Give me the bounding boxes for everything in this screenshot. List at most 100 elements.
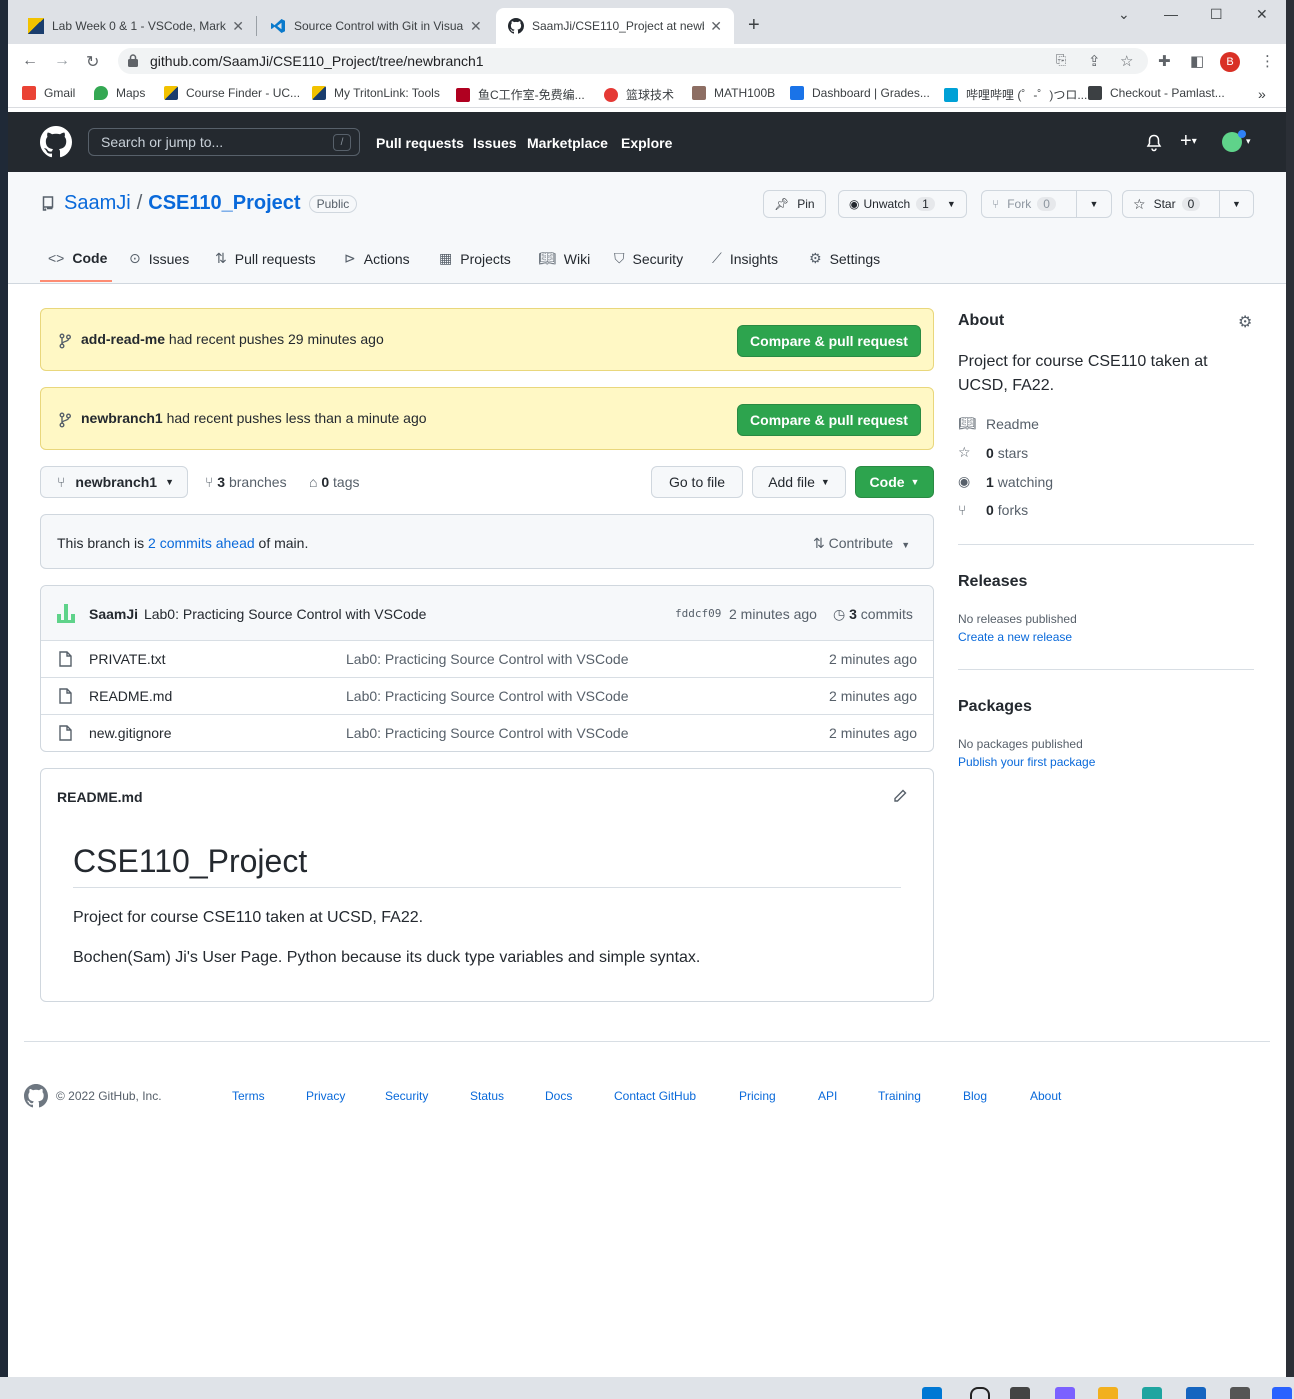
code-button[interactable]: Code ▼ <box>855 466 934 498</box>
file-commit-message[interactable]: Lab0: Practicing Source Control with VSC… <box>346 688 628 704</box>
compare-pull-request-button[interactable]: Compare & pull request <box>737 325 921 357</box>
tab-code[interactable]: <> Code <box>48 250 107 266</box>
extensions-puzzle-icon[interactable]: ✚ <box>1158 52 1171 70</box>
translate-icon[interactable]: ⎘ <box>1056 52 1066 68</box>
tab-insights[interactable]: ⟋ Insights <box>712 250 778 267</box>
file-row[interactable]: new.gitignore Lab0: Practicing Source Co… <box>41 714 933 751</box>
star-button[interactable]: ☆ Star 0 <box>1122 190 1220 218</box>
fork-button[interactable]: ⑂ Fork 0 <box>981 190 1077 218</box>
close-icon[interactable]: ✕ <box>470 18 482 35</box>
file-commit-message[interactable]: Lab0: Practicing Source Control with VSC… <box>346 725 628 741</box>
create-release-link[interactable]: Create a new release <box>958 630 1072 644</box>
watching-link[interactable]: ◉ 1 watching <box>958 473 1053 490</box>
star-dropdown[interactable]: ▼ <box>1219 190 1254 218</box>
file-name[interactable]: new.gitignore <box>89 725 172 741</box>
share-icon[interactable]: ⇪ <box>1088 52 1101 70</box>
nav-marketplace[interactable]: Marketplace <box>527 135 608 151</box>
back-arrow-icon[interactable]: ← <box>22 52 38 70</box>
bookmark-bilibili[interactable]: 哔哩哔哩 (゜-゜)つロ... <box>944 86 1087 103</box>
commit-message[interactable]: Lab0: Practicing Source Control with VSC… <box>144 606 426 622</box>
store-icon[interactable] <box>1186 1387 1206 1399</box>
close-icon[interactable]: ✕ <box>232 18 244 35</box>
chat-icon[interactable] <box>1055 1387 1075 1399</box>
search-icon[interactable] <box>970 1387 990 1399</box>
tab-projects[interactable]: ▦ Projects <box>439 250 511 267</box>
bookmark-dashboard[interactable]: Dashboard | Grades... <box>790 86 930 100</box>
unwatch-button[interactable]: ◉ Unwatch 1 ▼ <box>838 190 967 218</box>
tab-wiki[interactable]: 📖︎ Wiki <box>538 250 590 267</box>
tab-settings[interactable]: ⚙ Settings <box>809 250 880 267</box>
forks-link[interactable]: ⑂ 0 forks <box>958 502 1028 518</box>
app-icon[interactable] <box>1230 1387 1250 1399</box>
vscode-taskbar-icon[interactable] <box>1272 1387 1292 1399</box>
github-logo-icon[interactable] <box>40 126 72 158</box>
windows-start-icon[interactable] <box>922 1387 942 1399</box>
commit-sha[interactable]: fddcf09 <box>675 607 721 620</box>
browser-tab[interactable]: Lab Week 0 & 1 - VSCode, Markdown ✕ <box>16 8 256 44</box>
close-icon[interactable]: ✕ <box>710 18 722 35</box>
minimize-icon[interactable]: — <box>1164 6 1178 22</box>
bookmark-gmail[interactable]: Gmail <box>22 86 75 100</box>
go-to-file-button[interactable]: Go to file <box>651 466 743 498</box>
bell-icon[interactable] <box>1146 134 1162 152</box>
commits-ahead-link[interactable]: 2 commits ahead <box>148 535 255 551</box>
nav-issues[interactable]: Issues <box>473 135 517 151</box>
chevron-down-icon[interactable]: ⌄ <box>1118 6 1130 23</box>
maximize-icon[interactable]: ☐ <box>1210 6 1223 23</box>
edge-icon[interactable] <box>1142 1387 1162 1399</box>
footer-link-terms[interactable]: Terms <box>232 1089 265 1103</box>
bookmark-checkout[interactable]: Checkout - Pamlast... <box>1088 86 1225 100</box>
pin-button[interactable]: 📌︎ Pin <box>763 190 826 218</box>
pencil-edit-icon[interactable] <box>893 789 907 803</box>
repo-owner-link[interactable]: SaamJi <box>64 192 131 215</box>
bookmark-star-icon[interactable]: ☆ <box>1120 52 1133 70</box>
footer-link-blog[interactable]: Blog <box>963 1089 987 1103</box>
file-commit-message[interactable]: Lab0: Practicing Source Control with VSC… <box>346 651 628 667</box>
gear-icon[interactable]: ⚙ <box>1238 312 1252 332</box>
tab-issues[interactable]: ⊙ Issues <box>129 250 189 267</box>
bookmark-fishc[interactable]: 鱼C工作室-免费编... <box>456 86 585 103</box>
close-window-icon[interactable]: ✕ <box>1256 6 1268 23</box>
stars-link[interactable]: ☆ 0 stars <box>958 444 1028 461</box>
footer-link-about[interactable]: About <box>1030 1089 1061 1103</box>
compare-pull-request-button[interactable]: Compare & pull request <box>737 404 921 436</box>
nav-explore[interactable]: Explore <box>621 135 672 151</box>
tab-security[interactable]: ⛉ Security <box>614 250 683 267</box>
nav-pull-requests[interactable]: Pull requests <box>376 135 464 151</box>
file-row[interactable]: README.md Lab0: Practicing Source Contro… <box>41 677 933 714</box>
bookmark-tritonlink[interactable]: My TritonLink: Tools <box>312 86 440 100</box>
file-name[interactable]: PRIVATE.txt <box>89 651 166 667</box>
side-panel-icon[interactable]: ◧ <box>1190 52 1204 70</box>
footer-link-api[interactable]: API <box>818 1089 837 1103</box>
footer-link-status[interactable]: Status <box>470 1089 504 1103</box>
address-bar[interactable]: github.com/SaamJi/CSE110_Project/tree/ne… <box>118 48 1148 74</box>
add-file-button[interactable]: Add file ▼ <box>752 466 846 498</box>
plus-create-icon[interactable]: +▾ <box>1180 130 1197 153</box>
readme-link[interactable]: 📖︎ Readme <box>958 415 1039 432</box>
branch-select-button[interactable]: ⑂ newbranch1 ▼ <box>40 466 188 498</box>
new-tab-plus-icon[interactable]: + <box>748 14 760 37</box>
contribute-dropdown[interactable]: ⇅ Contribute ▼ <box>813 535 910 552</box>
folder-icon[interactable] <box>1098 1387 1118 1399</box>
commits-history-link[interactable]: ◷ 3 commits <box>833 606 913 623</box>
footer-link-privacy[interactable]: Privacy <box>306 1089 345 1103</box>
browser-tab[interactable]: Source Control with Git in Visual Studio… <box>258 8 494 44</box>
file-row[interactable]: PRIVATE.txt Lab0: Practicing Source Cont… <box>41 640 933 677</box>
chevron-down-icon[interactable]: ▾ <box>1246 136 1251 147</box>
github-footer-logo-icon[interactable] <box>24 1084 48 1108</box>
author-avatar[interactable] <box>55 602 77 624</box>
footer-link-training[interactable]: Training <box>878 1089 921 1103</box>
footer-link-security[interactable]: Security <box>385 1089 428 1103</box>
repo-name-link[interactable]: CSE110_Project <box>148 192 300 215</box>
profile-avatar[interactable]: B <box>1220 52 1240 72</box>
search-input[interactable]: Search or jump to... / <box>88 128 360 156</box>
footer-link-docs[interactable]: Docs <box>545 1089 572 1103</box>
publish-package-link[interactable]: Publish your first package <box>958 755 1095 769</box>
menu-kebab-icon[interactable]: ⋮ <box>1260 52 1275 70</box>
commit-author[interactable]: SaamJi <box>89 606 138 622</box>
tab-pull-requests[interactable]: ⇅ Pull requests <box>215 250 316 267</box>
packages-title[interactable]: Packages <box>958 698 1032 716</box>
tab-actions[interactable]: ⊳ Actions <box>344 250 410 267</box>
bookmark-maps[interactable]: Maps <box>94 86 145 100</box>
more-bookmarks-chevron[interactable]: » <box>1258 86 1266 102</box>
